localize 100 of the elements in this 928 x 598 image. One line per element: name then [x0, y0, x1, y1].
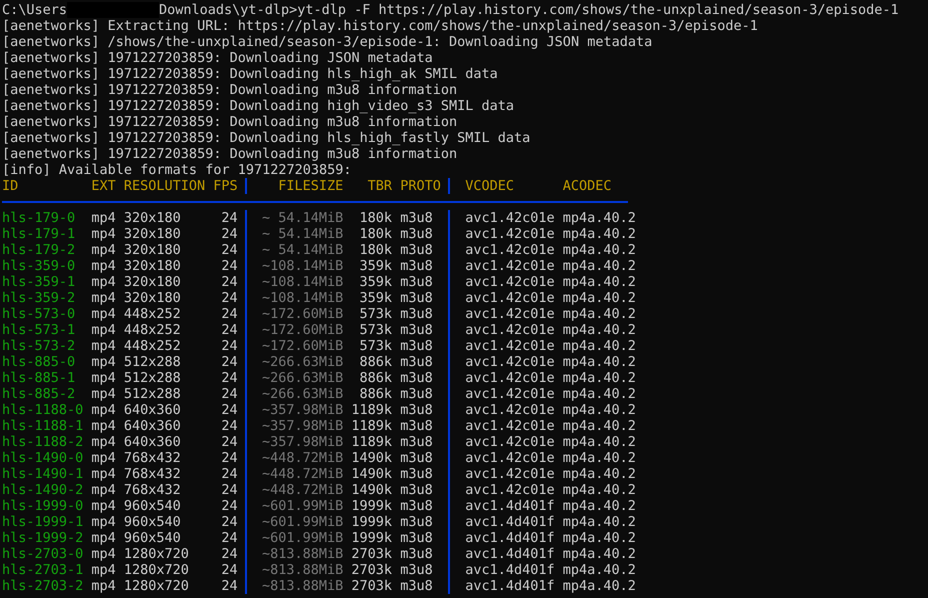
table-cell-text: avc1.42c01e	[465, 322, 556, 338]
table-cell-text: mp4	[91, 338, 117, 354]
table-cell-text: 359k	[358, 274, 392, 290]
table-cell: ~357.98MiB	[262, 434, 344, 450]
table-cell-text: m3u8	[399, 370, 434, 386]
log-line: [aenetworks] 1971227203859: Downloading m3u8 information	[2, 146, 458, 162]
table-cell-text: mp4a.40.2	[562, 306, 637, 322]
table-cell-text: mp4	[91, 514, 117, 530]
format-id: hls-885-2	[2, 386, 76, 402]
log-line: [info] Available formats for 1971227203859:	[2, 162, 352, 178]
format-id: hls-2703-1	[2, 562, 84, 578]
table-cell-text: mp4a.40.2	[562, 322, 637, 338]
prompt-path: C:\Users	[2, 2, 68, 18]
table-cell-text: 24	[220, 450, 238, 466]
table-cell-text: avc1.42c01e	[465, 450, 556, 466]
table-cell-text: 512x288	[124, 354, 182, 370]
table-cell-text: m3u8	[399, 386, 434, 402]
table-cell: ~172.60MiB	[262, 306, 344, 322]
table-cell-text: 1999k	[350, 498, 392, 514]
table-cell-text: 24	[220, 226, 238, 242]
column-header: RESOLUTION	[124, 178, 206, 194]
table-cell-text: 24	[220, 498, 238, 514]
format-id: hls-573-0	[2, 306, 76, 322]
table-cell-text: mp4a.40.2	[562, 498, 637, 514]
table-cell-text: mp4	[91, 210, 117, 226]
table-cell-text: mp4a.40.2	[562, 290, 637, 306]
format-id: hls-179-2	[2, 242, 76, 258]
table-cell-text: mp4	[91, 370, 117, 386]
table-cell-text: mp4	[91, 450, 117, 466]
table-cell-text: mp4	[91, 578, 117, 594]
table-cell-text: 359k	[358, 290, 392, 306]
table-cell: ~448.72MiB	[262, 450, 344, 466]
table-cell-text: mp4	[91, 226, 117, 242]
column-header: EXT	[91, 178, 117, 194]
table-cell-text: 24	[220, 306, 238, 322]
table-cell: ~ 54.14MiB	[262, 242, 344, 258]
table-cell-text: mp4	[91, 290, 117, 306]
table-cell-text: 320x180	[124, 226, 182, 242]
table-cell-text: mp4a.40.2	[562, 274, 637, 290]
table-cell: ~ 54.14MiB	[262, 210, 344, 226]
log-line: [aenetworks] 1971227203859: Downloading JSON metadata	[2, 50, 434, 66]
table-cell-text: mp4	[91, 434, 117, 450]
table-cell-text: m3u8	[399, 482, 434, 498]
log-line: [aenetworks] Extracting URL: https://play.history.com/shows/the-unxplained/season-3/episode-1	[2, 18, 759, 34]
table-cell-text: mp4a.40.2	[562, 226, 637, 242]
table-cell: ~108.14MiB	[262, 274, 344, 290]
table-cell-text: avc1.42c01e	[465, 226, 556, 242]
log-line: [aenetworks] 1971227203859: Downloading m3u8 information	[2, 82, 458, 98]
table-cell-text: 24	[220, 578, 238, 594]
table-cell-text: 512x288	[124, 370, 182, 386]
table-cell-text: avc1.42c01e	[465, 290, 556, 306]
table-cell-text: 640x360	[124, 402, 182, 418]
table-cell-text: 24	[220, 386, 238, 402]
table-cell-text: mp4a.40.2	[562, 482, 637, 498]
table-cell-text: mp4	[91, 306, 117, 322]
table-cell-text: mp4a.40.2	[562, 354, 637, 370]
table-cell-text: mp4a.40.2	[562, 258, 637, 274]
table-cell-text: m3u8	[399, 498, 434, 514]
table-cell-text: m3u8	[399, 562, 434, 578]
table-cell-text: 1189k	[350, 418, 392, 434]
table-cell: ~813.88MiB	[262, 546, 344, 562]
table-cell-text: 573k	[358, 306, 392, 322]
table-cell-text: mp4a.40.2	[562, 338, 637, 354]
table-cell-text: 24	[220, 338, 238, 354]
format-id: hls-2703-2	[2, 578, 84, 594]
format-id: hls-359-2	[2, 290, 76, 306]
table-cell-text: mp4a.40.2	[562, 450, 637, 466]
table-cell-text: 320x180	[124, 258, 182, 274]
table-cell-text: mp4a.40.2	[562, 242, 637, 258]
column-header: ACODEC	[562, 178, 613, 194]
table-cell-text: mp4a.40.2	[562, 514, 637, 530]
table-cell-text: mp4a.40.2	[562, 402, 637, 418]
table-cell-text: avc1.42c01e	[465, 242, 556, 258]
table-cell-text: m3u8	[399, 418, 434, 434]
command-line: Downloads\yt-dlp>yt-dlp -F https://play.history.com/shows/the-unxplained/season-3/episode-1	[159, 2, 899, 18]
table-cell-text: avc1.42c01e	[465, 210, 556, 226]
table-cell: ~357.98MiB	[262, 418, 344, 434]
table-cell-text: 2703k	[350, 546, 392, 562]
table-cell-text: mp4a.40.2	[562, 434, 637, 450]
table-cell-text: mp4a.40.2	[562, 578, 637, 594]
table-cell-text: avc1.42c01e	[465, 306, 556, 322]
table-cell-text: avc1.42c01e	[465, 386, 556, 402]
table-cell-text: 1999k	[350, 514, 392, 530]
table-cell: ~813.88MiB	[262, 562, 344, 578]
table-cell-text: mp4a.40.2	[562, 418, 637, 434]
table-cell-text: 768x432	[124, 450, 182, 466]
format-id: hls-1188-0	[2, 402, 84, 418]
table-cell-text: 448x252	[124, 338, 182, 354]
table-cell-text: avc1.42c01e	[465, 482, 556, 498]
table-cell: ~266.63MiB	[262, 354, 344, 370]
table-cell-text: 24	[220, 562, 238, 578]
table-cell-text: avc1.42c01e	[465, 274, 556, 290]
table-cell-text: 1189k	[350, 434, 392, 450]
table-cell-text: avc1.4d401f	[465, 514, 556, 530]
table-cell: ~108.14MiB	[262, 258, 344, 274]
table-cell-text: 24	[220, 402, 238, 418]
table-cell-text: mp4a.40.2	[562, 546, 637, 562]
table-cell-text: m3u8	[399, 226, 434, 242]
log-line: [aenetworks] 1971227203859: Downloading high_video_s3 SMIL data	[2, 98, 516, 114]
log-line: [aenetworks] 1971227203859: Downloading hls_high_ak SMIL data	[2, 66, 499, 82]
